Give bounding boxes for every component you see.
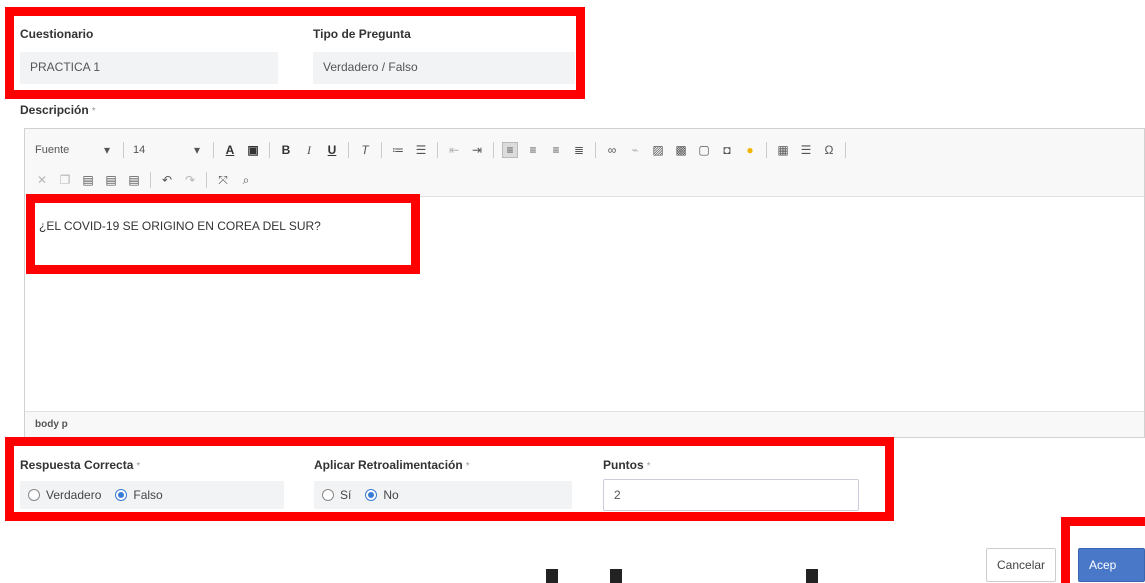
radio-verdadero[interactable]	[28, 489, 40, 501]
background-color-icon[interactable]: ▣	[246, 143, 260, 157]
media-icon[interactable]: ◘	[720, 143, 734, 157]
editor-toolbar: Fuente ▾ 14 ▾ A ▣ B I U T ≔ ☰ ⇤ ⇥ ≡ ≡ ≡ …	[25, 129, 1144, 197]
feedback-radio-group: Sí No	[314, 481, 572, 509]
correct-answer-radio-group: Verdadero Falso	[20, 481, 284, 509]
radio-verdadero-label: Verdadero	[46, 488, 102, 502]
justify-icon[interactable]: ≣	[572, 143, 586, 157]
undo-icon[interactable]: ↶	[160, 173, 174, 187]
numbered-list-icon[interactable]: ≔	[391, 143, 405, 157]
video-icon[interactable]: ▩	[674, 143, 688, 157]
required-marker: *	[465, 461, 470, 472]
partial-icon	[806, 569, 818, 583]
italic-icon[interactable]: I	[302, 143, 316, 157]
fullscreen-icon[interactable]: ⤧	[216, 173, 230, 187]
align-right-icon[interactable]: ≡	[549, 143, 563, 157]
preview-icon[interactable]: ⌕	[239, 173, 253, 187]
font-size-dropdown-icon[interactable]: ▾	[190, 143, 204, 157]
radio-no[interactable]	[365, 489, 378, 501]
bold-icon[interactable]: B	[279, 143, 293, 157]
question-type-value: Verdadero / Falso	[323, 60, 418, 74]
points-value: 2	[614, 488, 621, 502]
points-label: Puntos *	[603, 458, 651, 472]
accept-button[interactable]: Acep	[1078, 548, 1145, 582]
points-input[interactable]: 2	[603, 479, 859, 511]
editor-statusbar: body p	[25, 411, 1144, 437]
question-type-label: Tipo de Pregunta	[313, 27, 411, 41]
outdent-icon[interactable]: ⇤	[447, 143, 461, 157]
special-char-icon[interactable]: Ω	[822, 143, 836, 157]
toolbar-row-2: ✕ ❐ ▤ ▤ ▤ ↶ ↷ ⤧ ⌕	[35, 167, 1134, 193]
correct-answer-label: Respuesta Correcta *	[20, 458, 141, 472]
quiz-field: PRACTICA 1	[20, 52, 278, 84]
emoji-icon[interactable]: ●	[743, 143, 757, 157]
radio-si[interactable]	[322, 489, 334, 501]
font-size-select[interactable]: 14	[133, 144, 181, 156]
quiz-label: Cuestionario	[20, 27, 94, 41]
radio-no-label: No	[383, 488, 399, 502]
required-marker: *	[136, 461, 141, 472]
link-icon[interactable]: ∞	[605, 143, 619, 157]
cancel-button[interactable]: Cancelar	[986, 548, 1057, 582]
question-type-field: Verdadero / Falso	[313, 52, 575, 84]
redo-icon[interactable]: ↷	[183, 173, 197, 187]
radio-falso[interactable]	[115, 489, 128, 501]
partial-icon	[546, 569, 558, 583]
align-left-icon[interactable]: ≡	[502, 142, 518, 158]
horizontal-rule-icon[interactable]: ☰	[799, 143, 813, 157]
editor-content[interactable]: ¿EL COVID-19 SE ORIGINO EN COREA DEL SUR…	[25, 197, 1144, 255]
image-icon[interactable]: ▨	[651, 143, 665, 157]
partial-icon	[610, 569, 622, 583]
bulleted-list-icon[interactable]: ☰	[414, 143, 428, 157]
text-color-icon[interactable]: A	[223, 143, 237, 157]
radio-si-label: Sí	[340, 488, 352, 502]
description-editor: Fuente ▾ 14 ▾ A ▣ B I U T ≔ ☰ ⇤ ⇥ ≡ ≡ ≡ …	[24, 128, 1145, 438]
paste-text-icon[interactable]: ▤	[104, 173, 118, 187]
paste-word-icon[interactable]: ▤	[127, 173, 141, 187]
feedback-label: Aplicar Retroalimentación *	[314, 458, 470, 472]
toolbar-row-1: Fuente ▾ 14 ▾ A ▣ B I U T ≔ ☰ ⇤ ⇥ ≡ ≡ ≡ …	[35, 137, 1134, 163]
iframe-icon[interactable]: ▢	[697, 143, 711, 157]
quiz-value: PRACTICA 1	[30, 60, 101, 74]
font-dropdown-icon[interactable]: ▾	[100, 143, 114, 157]
required-marker: *	[91, 106, 96, 117]
required-marker: *	[646, 461, 651, 472]
copy-icon[interactable]: ❐	[58, 173, 72, 187]
cut-icon[interactable]: ✕	[35, 173, 49, 187]
indent-icon[interactable]: ⇥	[470, 143, 484, 157]
font-select[interactable]: Fuente	[35, 144, 91, 156]
description-label: Descripción *	[20, 103, 96, 117]
paste-icon[interactable]: ▤	[81, 173, 95, 187]
underline-icon[interactable]: U	[325, 143, 339, 157]
radio-falso-label: Falso	[133, 488, 163, 502]
clear-format-icon[interactable]: T	[358, 143, 372, 157]
table-icon[interactable]: ▦	[776, 143, 790, 157]
unlink-icon[interactable]: ⌁	[628, 143, 642, 157]
align-center-icon[interactable]: ≡	[526, 143, 540, 157]
